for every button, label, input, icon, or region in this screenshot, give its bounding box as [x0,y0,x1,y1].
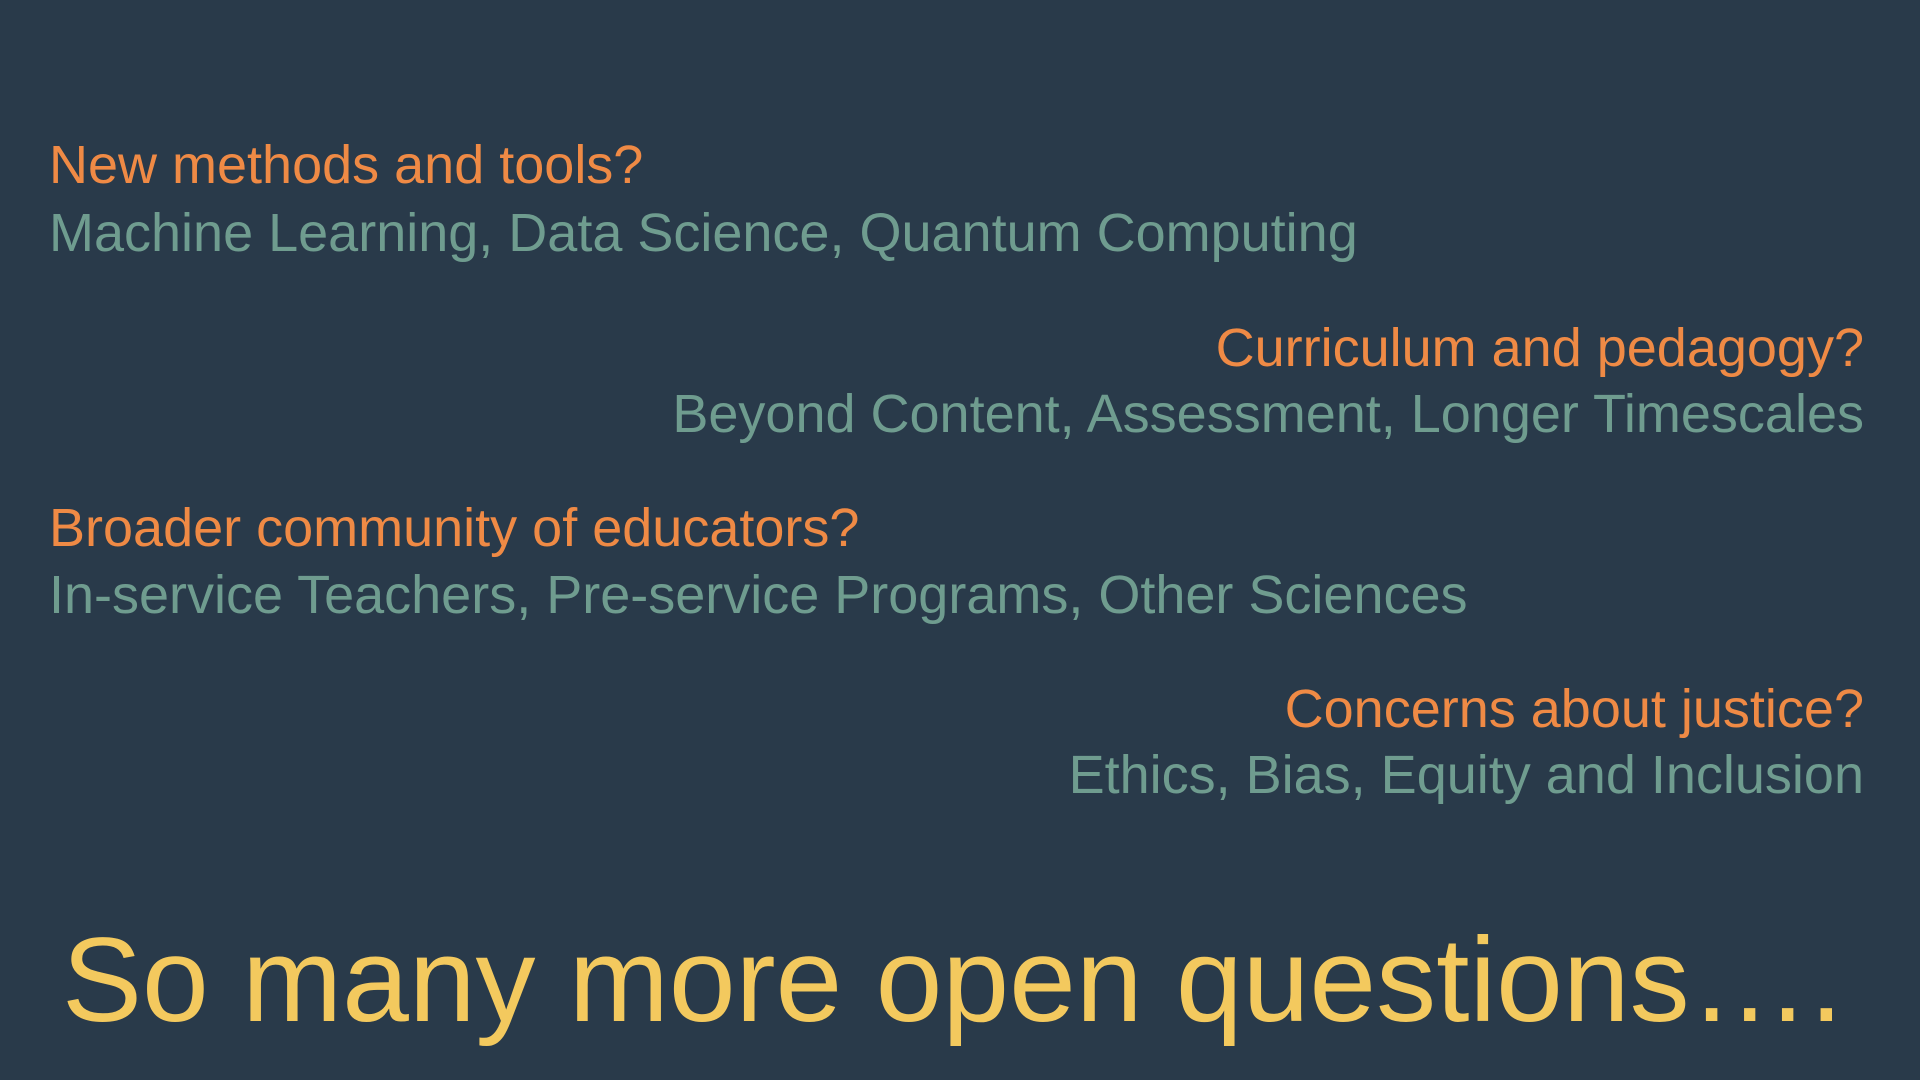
detail-methods-tools: Machine Learning, Data Science, Quantum … [49,203,1358,263]
detail-justice: Ethics, Bias, Equity and Inclusion [1068,745,1864,805]
question-justice: Concerns about justice? [1284,679,1864,739]
detail-curriculum: Beyond Content, Assessment, Longer Times… [672,384,1864,444]
detail-community: In-service Teachers, Pre-service Program… [49,565,1468,625]
question-methods-tools: New methods and tools? [49,135,644,195]
question-community: Broader community of educators? [49,498,860,558]
closing-statement: So many more open questions…. [62,913,1843,1047]
question-curriculum: Curriculum and pedagogy? [1215,318,1864,378]
